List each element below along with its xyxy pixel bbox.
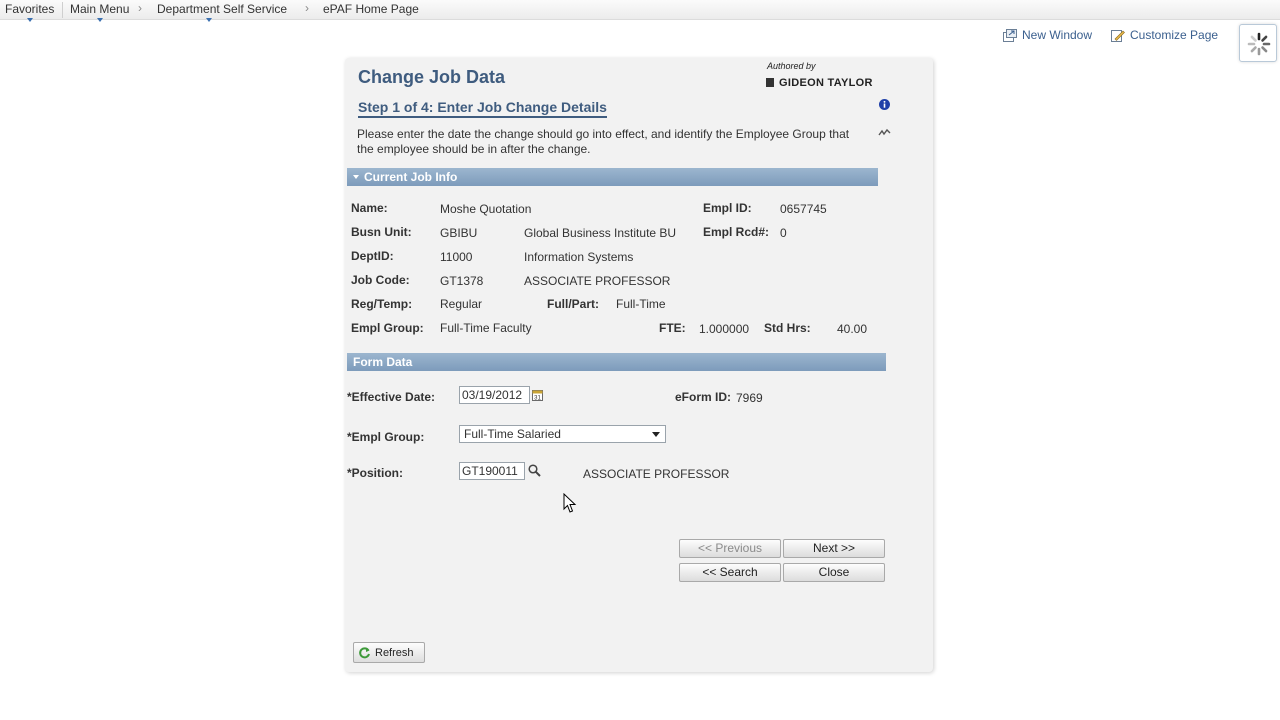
search-button[interactable]: << Search xyxy=(679,563,781,582)
customize-page-label: Customize Page xyxy=(1130,28,1219,42)
effective-date-input[interactable]: 03/19/2012 xyxy=(459,386,530,404)
reg-temp-label: Reg/Temp: xyxy=(351,297,413,311)
nav-epaf-home-page[interactable]: ePAF Home Page xyxy=(323,2,419,16)
previous-button[interactable]: << Previous xyxy=(679,539,781,558)
new-window-link[interactable]: New Window xyxy=(1003,28,1092,42)
page-title: Change Job Data xyxy=(358,67,506,87)
svg-text:31: 31 xyxy=(534,396,541,402)
std-hrs-label: Std Hrs: xyxy=(764,321,811,335)
reg-temp-value: Regular xyxy=(440,297,483,311)
info-icon[interactable] xyxy=(879,99,890,110)
nav-main-menu-label: Main Menu xyxy=(70,2,130,16)
empl-rcd-label: Empl Rcd#: xyxy=(703,225,770,239)
eform-id-label: eForm ID: xyxy=(675,390,732,404)
empl-group-field-label: *Empl Group: xyxy=(347,430,425,444)
chevron-down-icon xyxy=(96,18,103,22)
refresh-button[interactable]: Refresh xyxy=(353,642,425,663)
dept-id-desc: Information Systems xyxy=(524,250,634,264)
eform-id-value: 7969 xyxy=(736,391,763,405)
nav-department-self-service-label: Department Self Service xyxy=(157,2,288,16)
position-input[interactable]: GT190011 xyxy=(459,462,525,480)
empl-group-value: Full-Time Faculty xyxy=(440,321,532,335)
empl-id-label: Empl ID: xyxy=(703,201,752,215)
refresh-label: Refresh xyxy=(375,647,414,659)
vendor-name: GIDEON TAYLOR xyxy=(779,77,873,89)
busn-unit-code: GBIBU xyxy=(440,226,478,240)
empl-group-selected-value: Full-Time Salaried xyxy=(464,427,561,441)
position-label: *Position: xyxy=(347,466,403,480)
close-button[interactable]: Close xyxy=(783,563,885,582)
vendor-logo: GIDEON TAYLOR xyxy=(766,77,873,89)
authored-by-label: Authored by xyxy=(767,61,816,71)
empl-group-label: Empl Group: xyxy=(351,321,424,335)
busn-unit-label: Busn Unit: xyxy=(351,225,412,239)
nav-divider xyxy=(62,2,63,18)
fte-value: 1.000000 xyxy=(699,322,750,336)
top-nav-bar: Favorites Main Menu › Department Self Se… xyxy=(0,0,1280,22)
busn-unit-desc: Global Business Institute BU xyxy=(524,226,677,240)
lookup-icon[interactable] xyxy=(528,464,541,477)
collapse-triangle-icon xyxy=(353,175,359,179)
refresh-icon xyxy=(359,647,370,659)
collapse-icon[interactable] xyxy=(878,128,891,138)
job-code-code: GT1378 xyxy=(440,274,484,288)
next-button[interactable]: Next >> xyxy=(783,539,885,558)
intro-text: Please enter the date the change should … xyxy=(357,127,850,156)
position-desc: ASSOCIATE PROFESSOR xyxy=(583,467,730,481)
new-window-label: New Window xyxy=(1022,28,1093,42)
nav-main-menu[interactable]: Main Menu xyxy=(70,2,130,22)
loading-spinner xyxy=(1239,24,1277,62)
step-title: Step 1 of 4: Enter Job Change Details xyxy=(358,99,607,118)
vendor-logo-mark xyxy=(766,78,774,87)
job-code-label: Job Code: xyxy=(351,273,410,287)
empl-group-select[interactable]: Full-Time Salaried xyxy=(459,425,666,443)
dept-id-label: DeptID: xyxy=(351,249,394,263)
nav-favorites-label: Favorites xyxy=(5,2,55,16)
full-part-label: Full/Part: xyxy=(547,297,600,311)
empl-rcd-value: 0 xyxy=(780,226,787,240)
job-code-desc: ASSOCIATE PROFESSOR xyxy=(524,274,671,288)
form-data-header: Form Data xyxy=(347,353,886,371)
customize-page-icon xyxy=(1111,30,1125,42)
customize-page-link[interactable]: Customize Page xyxy=(1111,28,1218,42)
empl-id-value: 0657745 xyxy=(780,202,827,216)
current-job-info-header[interactable]: Current Job Info xyxy=(347,168,878,186)
fte-label: FTE: xyxy=(659,321,686,335)
dept-id-code: 11000 xyxy=(440,250,473,264)
nav-favorites[interactable]: Favorites xyxy=(5,2,55,22)
loading-spinner-icon xyxy=(1247,32,1271,56)
form-data-title: Form Data xyxy=(353,355,413,369)
effective-date-label: *Effective Date: xyxy=(347,390,436,404)
full-part-value: Full-Time xyxy=(616,297,666,311)
breadcrumb-separator: › xyxy=(138,1,142,15)
chevron-down-icon xyxy=(652,432,660,437)
nav-department-self-service[interactable]: Department Self Service xyxy=(157,2,288,22)
std-hrs-value: 40.00 xyxy=(837,322,868,336)
chevron-down-icon xyxy=(26,18,33,22)
new-window-icon xyxy=(1003,29,1017,42)
name-value: Moshe Quotation xyxy=(440,202,532,216)
change-job-data-panel: Change Job Data Authored by GIDEON TAYLO… xyxy=(345,58,933,672)
mouse-cursor-icon xyxy=(563,493,577,513)
current-job-info-title: Current Job Info xyxy=(364,170,458,184)
chevron-down-icon xyxy=(206,18,213,22)
breadcrumb-separator: › xyxy=(305,1,309,15)
calendar-icon[interactable]: 31 xyxy=(532,389,543,401)
name-label: Name: xyxy=(351,201,388,215)
